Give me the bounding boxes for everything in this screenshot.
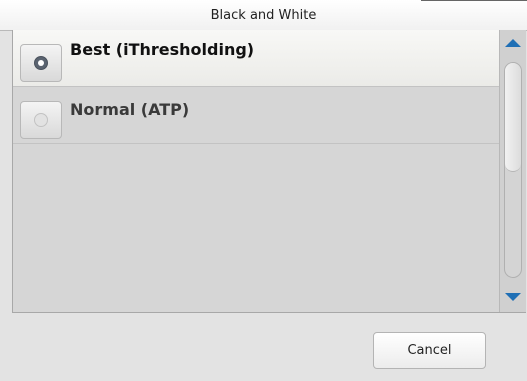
radio-button-normal[interactable] xyxy=(20,101,62,139)
title-accent-line xyxy=(421,0,527,1)
scroll-up-button[interactable] xyxy=(500,30,526,60)
scroll-track[interactable] xyxy=(504,62,522,278)
vertical-scrollbar[interactable] xyxy=(499,30,526,312)
radio-button-best[interactable] xyxy=(20,44,62,82)
cancel-button[interactable]: Cancel xyxy=(373,332,486,369)
option-label-best: Best (iThresholding) xyxy=(70,40,255,59)
dialog: Black and White Best (iThresholding) Nor… xyxy=(0,0,527,381)
triangle-up-icon xyxy=(505,39,521,47)
options-list-frame: Best (iThresholding) Normal (ATP) xyxy=(12,30,526,313)
option-best-ithresholding[interactable]: Best (iThresholding) xyxy=(13,30,499,87)
option-label-normal: Normal (ATP) xyxy=(70,100,190,119)
options-list: Best (iThresholding) Normal (ATP) xyxy=(13,30,499,312)
scroll-down-button[interactable] xyxy=(500,282,526,312)
scroll-thumb[interactable] xyxy=(505,63,521,172)
radio-checked-icon xyxy=(34,56,48,70)
title-bar: Black and White xyxy=(0,0,527,31)
dialog-title: Black and White xyxy=(210,8,317,23)
option-normal-atp[interactable]: Normal (ATP) xyxy=(13,87,499,144)
radio-unchecked-icon xyxy=(34,113,48,127)
triangle-down-icon xyxy=(505,293,521,301)
